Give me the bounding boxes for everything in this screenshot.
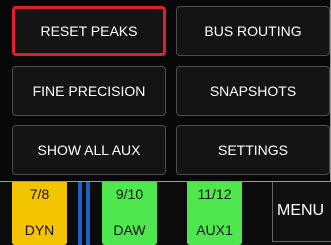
- channel-number: 11/12: [197, 186, 232, 202]
- channel-name: DAW: [113, 222, 146, 238]
- bus-routing-button[interactable]: BUS ROUTING: [176, 6, 330, 56]
- options-menu-popup: RESET PEAKS BUS ROUTING FINE PRECISION S…: [0, 0, 331, 182]
- channel-number: 9/10: [115, 186, 144, 202]
- level-meter: [78, 180, 82, 245]
- channel-name: DYN: [24, 222, 55, 238]
- settings-button[interactable]: SETTINGS: [176, 125, 330, 175]
- level-meter: [86, 180, 90, 245]
- reset-peaks-button[interactable]: RESET PEAKS: [12, 6, 166, 56]
- channel-strip-9-10[interactable]: 9/10 DAW: [102, 180, 157, 245]
- fine-precision-button[interactable]: FINE PRECISION: [12, 66, 166, 116]
- channel-strip-7-8[interactable]: 7/8 DYN: [12, 180, 67, 245]
- show-all-aux-button[interactable]: SHOW ALL AUX: [12, 125, 166, 175]
- channel-name: AUX1: [196, 222, 233, 238]
- menu-button[interactable]: MENU: [272, 180, 331, 242]
- channel-strip-11-12[interactable]: 11/12 AUX1: [187, 180, 242, 245]
- channel-number: 7/8: [29, 186, 50, 202]
- snapshots-button[interactable]: SNAPSHOTS: [176, 66, 330, 116]
